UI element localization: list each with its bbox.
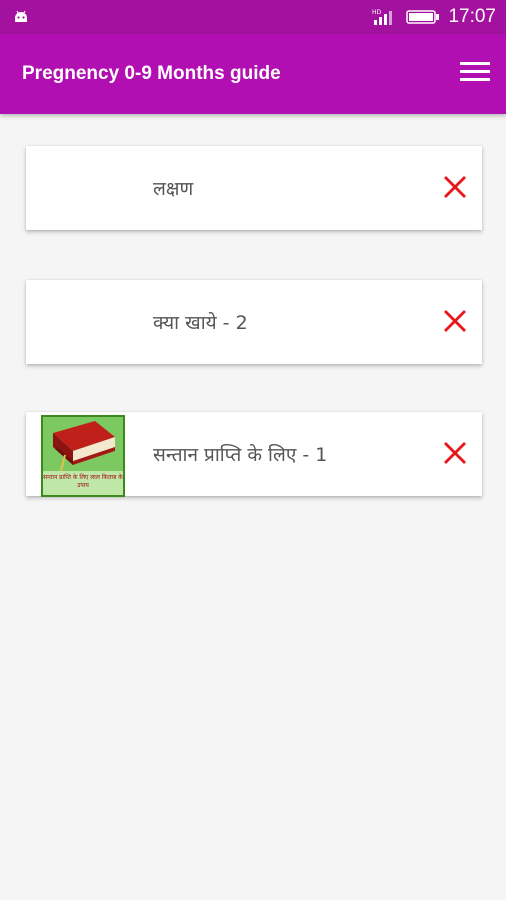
battery-icon <box>406 10 440 24</box>
item-thumbnail: सन्तान प्राप्ति के लिए लाल किताब के उपाय <box>41 415 125 497</box>
thumbnail-caption: सन्तान प्राप्ति के लिए लाल किताब के उपाय <box>43 471 123 495</box>
book-icon <box>53 421 115 472</box>
list-item[interactable]: सन्तान प्राप्ति के लिए लाल किताब के उपाय… <box>26 412 482 497</box>
status-bar: HD 17:07 <box>0 0 506 34</box>
android-icon <box>15 10 27 22</box>
status-time: 17:07 <box>448 6 496 27</box>
close-icon[interactable] <box>442 174 468 200</box>
close-icon[interactable] <box>442 308 468 334</box>
signal-icon: HD <box>372 9 393 25</box>
list-item-label: क्या खाये - 2 <box>153 312 248 334</box>
list-item-label: सन्तान प्राप्ति के लिए - 1 <box>153 444 328 466</box>
page-title: Pregnency 0-9 Months guide <box>22 63 281 84</box>
close-icon[interactable] <box>442 440 468 466</box>
list-item[interactable]: लक्षण <box>26 146 482 230</box>
app-bar: Pregnency 0-9 Months guide <box>0 34 506 114</box>
item-list: लक्षण क्या खाये - 2 सन्तान प्राप्ति के ल… <box>26 146 482 546</box>
list-item[interactable]: क्या खाये - 2 <box>26 280 482 364</box>
list-item-label: लक्षण <box>153 178 194 200</box>
svg-text:HD: HD <box>372 9 382 16</box>
hamburger-menu-icon[interactable] <box>460 62 490 84</box>
